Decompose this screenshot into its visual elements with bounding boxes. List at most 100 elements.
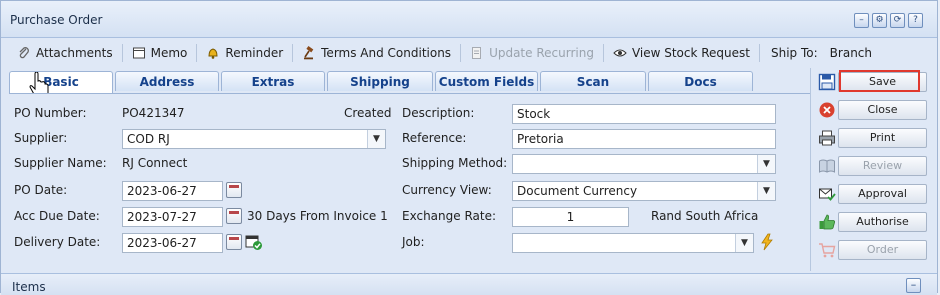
po-date-value: 2023-06-27 <box>127 184 197 198</box>
calendar-icon[interactable] <box>226 234 242 250</box>
window-title: Purchase Order <box>10 13 103 27</box>
supplier-label: Supplier: <box>14 131 68 145</box>
refresh-icon[interactable]: ⟳ <box>890 13 905 28</box>
reminder-button[interactable]: Reminder <box>200 42 289 64</box>
save-action: Save <box>813 71 929 93</box>
envelope-check-icon <box>819 188 836 201</box>
acc-due-label: Acc Due Date: <box>14 209 100 223</box>
chevron-down-icon[interactable]: ▼ <box>757 155 775 173</box>
terms-button[interactable]: Terms And Conditions <box>296 42 457 64</box>
paperclip-icon <box>19 47 29 59</box>
toolbar-divider <box>196 44 198 62</box>
status-value: Created <box>344 106 392 120</box>
reminder-label: Reminder <box>225 46 284 60</box>
po-date-label: PO Date: <box>14 183 68 197</box>
tab-address[interactable]: Address <box>115 71 219 91</box>
cart-icon <box>819 243 836 258</box>
tab-shipping[interactable]: Shipping <box>327 71 433 91</box>
action-sidebar: Save Close Print Review Approval Authori… <box>813 71 929 267</box>
purchase-order-window: Purchase Order – ⚙ ⟳ ? Attachments Memo … <box>0 0 938 295</box>
po-date-field[interactable]: 2023-06-27 <box>122 181 223 201</box>
panel-divider <box>810 68 811 271</box>
tab-scan[interactable]: Scan <box>540 71 646 91</box>
gear-icon[interactable]: ⚙ <box>872 13 887 28</box>
close-action: Close <box>813 99 929 121</box>
printer-icon <box>819 130 835 146</box>
view-stock-request-button[interactable]: View Stock Request <box>607 42 756 64</box>
order-button[interactable]: Order <box>838 240 927 260</box>
exchange-rate-label: Exchange Rate: <box>402 209 497 223</box>
currency-view-select[interactable]: Document Currency ▼ <box>512 181 776 201</box>
update-recurring-button[interactable]: Update Recurring <box>464 42 600 64</box>
description-value: Stock <box>517 107 551 121</box>
currency-view-value: Document Currency <box>517 184 638 198</box>
job-select[interactable]: ▼ <box>512 233 754 253</box>
acc-due-value: 2023-07-27 <box>127 210 197 224</box>
memo-label: Memo <box>150 46 188 60</box>
attachments-label: Attachments <box>36 46 113 60</box>
document-edit-icon <box>472 47 482 59</box>
calendar-check-icon[interactable] <box>245 233 263 251</box>
supplier-name-value: RJ Connect <box>122 156 188 170</box>
minimize-icon[interactable]: – <box>854 13 869 28</box>
thumbs-up-icon <box>819 214 836 230</box>
description-label: Description: <box>402 106 475 120</box>
tab-extras[interactable]: Extras <box>221 71 325 91</box>
book-icon <box>819 159 835 173</box>
shipping-method-select[interactable]: ▼ <box>512 154 776 174</box>
ship-to-value[interactable]: Branch <box>830 46 872 60</box>
attachments-button[interactable]: Attachments <box>11 42 119 64</box>
reference-label: Reference: <box>402 131 467 145</box>
description-field[interactable]: Stock <box>512 104 776 124</box>
toolbar-divider <box>292 44 294 62</box>
supplier-name-label: Supplier Name: <box>14 156 107 170</box>
job-label: Job: <box>402 235 425 249</box>
print-button[interactable]: Print <box>838 128 927 148</box>
tab-basic[interactable]: Basic <box>9 71 113 93</box>
view-stock-label: View Stock Request <box>631 46 750 60</box>
review-button[interactable]: Review <box>838 156 927 176</box>
lightning-icon[interactable] <box>759 233 775 251</box>
authorise-button[interactable]: Authorise <box>838 212 927 232</box>
chevron-down-icon[interactable]: ▼ <box>367 130 385 148</box>
supplier-select[interactable]: COD RJ ▼ <box>122 129 386 149</box>
po-number-label: PO Number: <box>14 106 87 120</box>
reference-field[interactable]: Pretoria <box>512 129 776 149</box>
update-recurring-label: Update Recurring <box>489 46 594 60</box>
chevron-down-icon[interactable]: ▼ <box>735 234 753 252</box>
tab-custom-fields[interactable]: Custom Fields <box>435 71 538 91</box>
floppy-disk-icon <box>818 73 836 91</box>
calendar-icon[interactable] <box>226 208 242 224</box>
tab-docs[interactable]: Docs <box>648 71 753 91</box>
save-button[interactable]: Save <box>838 72 927 92</box>
delivery-date-label: Delivery Date: <box>14 235 101 249</box>
approval-action: Approval <box>813 183 929 205</box>
calendar-icon[interactable] <box>226 182 242 198</box>
delivery-date-field[interactable]: 2023-06-27 <box>122 233 223 253</box>
terms-label: Terms And Conditions <box>321 46 452 60</box>
items-panel-header: Items – <box>1 273 937 295</box>
acc-due-field[interactable]: 2023-07-27 <box>122 207 223 227</box>
basic-tab-panel: PO Number: PO421347 Created Supplier: CO… <box>9 93 810 262</box>
gavel-icon <box>304 46 314 60</box>
toolbar-divider <box>121 44 123 62</box>
help-icon[interactable]: ? <box>908 13 923 28</box>
toolbar-divider <box>602 44 604 62</box>
exchange-rate-field[interactable]: 1 <box>512 207 629 227</box>
supplier-value: COD RJ <box>127 132 170 146</box>
tab-strip: Basic Address Extras Shipping Custom Fie… <box>9 71 753 93</box>
print-action: Print <box>813 127 929 149</box>
review-action: Review <box>813 155 929 177</box>
delivery-date-value: 2023-06-27 <box>127 236 197 250</box>
close-button[interactable]: Close <box>838 100 927 120</box>
collapse-icon[interactable]: – <box>906 278 921 293</box>
reference-value: Pretoria <box>517 132 564 146</box>
ship-to-label: Ship To: <box>771 46 818 60</box>
memo-button[interactable]: Memo <box>126 42 194 64</box>
approval-button[interactable]: Approval <box>838 184 927 204</box>
bell-icon <box>208 48 218 59</box>
currency-name: Rand South Africa <box>651 209 759 223</box>
eye-icon <box>613 49 627 57</box>
order-action: Order <box>813 239 929 261</box>
chevron-down-icon[interactable]: ▼ <box>757 182 775 200</box>
